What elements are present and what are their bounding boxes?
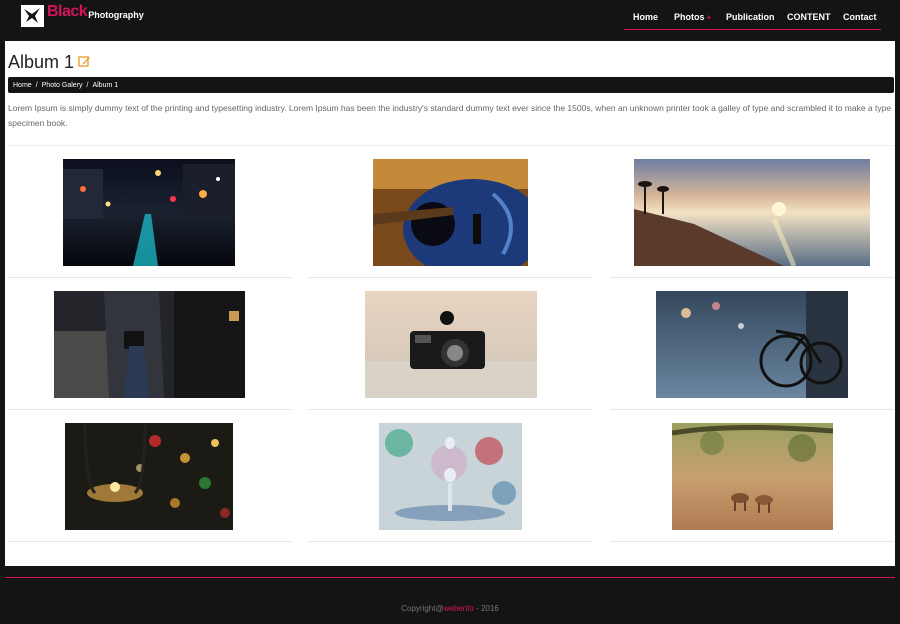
site-logo[interactable]: Black Photography [21,3,144,27]
site-header: Black Photography Home Photos + Publicati… [0,0,900,40]
breadcrumb-separator: / [86,81,89,89]
breadcrumb: Home / Photo Galery / Album 1 [8,77,894,93]
gallery-cell [308,410,592,542]
gallery-cell [610,146,894,278]
footer-copyright-prefix: Copyright@ [401,604,444,613]
page-title-text: Album 1 [8,52,75,72]
edit-icon[interactable] [78,52,91,73]
beach-sunset-photo[interactable] [634,159,870,266]
plus-icon: + [706,13,712,22]
site-footer: Copyright@webenfo - 2016 [0,604,900,613]
nav-item-content[interactable]: CONTENT [787,12,831,22]
vintage-camera-photo[interactable] [365,291,537,398]
breadcrumb-separator: / [35,81,38,89]
gallery-cell [610,410,894,542]
logo-word-photography: Photography [88,10,144,20]
main-nav: Home Photos + Publication CONTENT Contact [624,0,881,30]
guitar-photo[interactable] [373,159,528,266]
nav-item-photos[interactable]: Photos + [674,12,711,22]
swallow-bird-icon [21,5,44,27]
footer-divider [5,577,895,578]
main-content: Album 1 Home / Photo Galery / Album 1 Lo… [5,41,895,566]
breadcrumb-current: Album 1 [92,81,119,89]
footer-brand-link[interactable]: webenfo [444,604,474,613]
page-title: Album 1 [8,52,91,73]
breadcrumb-home[interactable]: Home [13,82,32,89]
gallery-cell [610,278,894,410]
water-droplet-photo[interactable] [379,423,522,530]
nav-item-home[interactable]: Home [633,12,658,22]
logo-word-black: Black [47,3,88,20]
bicycle-photo[interactable] [656,291,848,398]
candle-lantern-bokeh-photo[interactable] [65,423,233,530]
photographer-with-camera-photo[interactable] [54,291,245,398]
gallery-cell [8,146,292,278]
nav-item-contact[interactable]: Contact [843,12,877,22]
city-night-street-photo[interactable] [63,159,235,266]
breadcrumb-photo-galery[interactable]: Photo Galery [42,82,83,89]
footer-year: - 2016 [473,604,499,613]
gallery-cell [8,278,292,410]
deer-in-field-photo[interactable] [672,423,833,530]
nav-item-publication[interactable]: Publication [726,12,775,22]
nav-item-photos-label: Photos [674,12,705,22]
gallery-cell [308,278,592,410]
gallery-cell [308,146,592,278]
album-description: Lorem Ipsum is simply dummy text of the … [8,103,892,128]
gallery-cell [8,410,292,542]
